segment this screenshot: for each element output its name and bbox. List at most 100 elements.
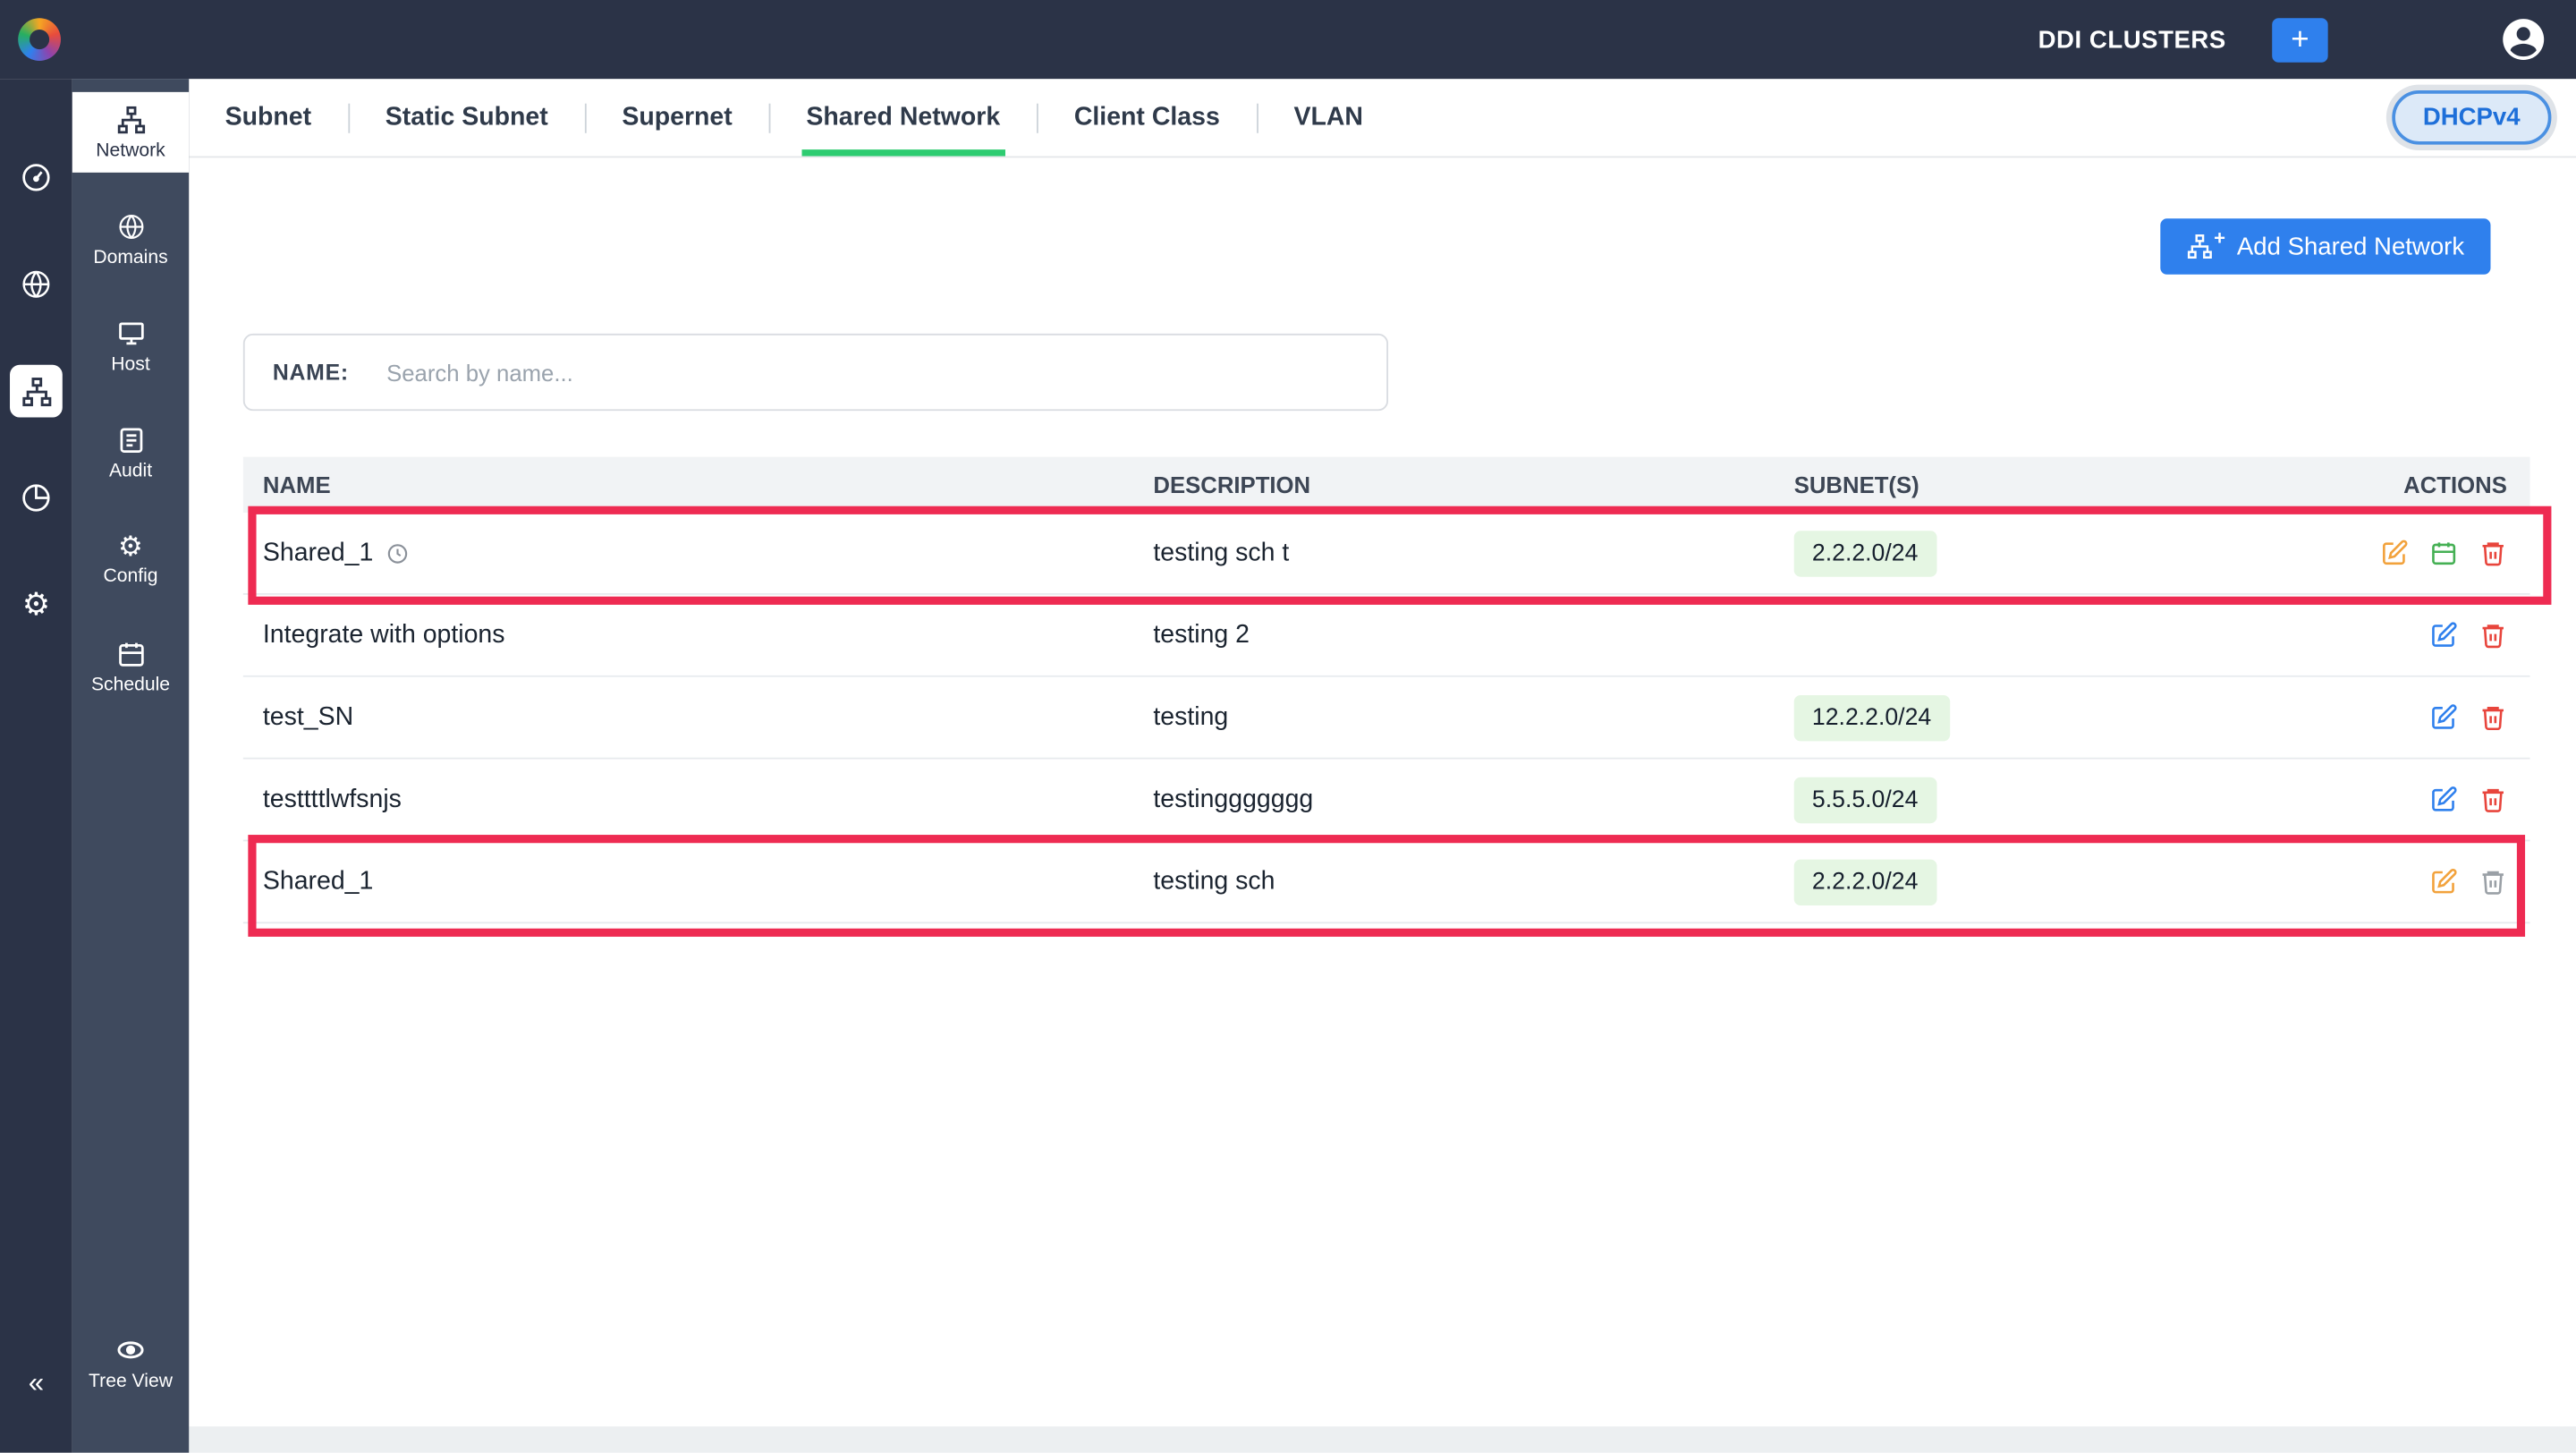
search-label: NAME: [273,360,349,385]
module-sidebar: Network Domains Host Audit ⚙ Config [72,79,189,1453]
table-header: NAME DESCRIPTION SUBNET(S) ACTIONS [243,457,2530,513]
app-root: DDI CLUSTERS + [0,0,2576,1453]
ipam-module-icon[interactable] [10,365,63,418]
account-circle-icon [2499,15,2548,64]
dhcp-version-badge[interactable]: DHCPv4 [2392,90,2552,145]
tab-static-subnet[interactable]: Static Subnet [380,79,553,156]
network-hierarchy-icon [115,105,145,134]
tree-view-eye-icon [115,1334,147,1365]
user-avatar[interactable] [2499,15,2548,64]
tab-shared-network[interactable]: Shared Network [801,79,1005,156]
delete-icon[interactable] [2479,703,2507,731]
sidebar-item-label: Host [111,354,149,374]
domains-globe-icon [115,211,145,241]
row-name: testtttlwfsnjs [263,785,402,814]
sidebar-item-host[interactable]: Host [72,306,189,387]
header-actions: ACTIONS [2350,472,2530,497]
config-gear-icon: ⚙ [118,532,143,560]
row-description: testing [1133,702,1774,732]
delete-icon[interactable] [2479,868,2507,896]
add-cluster-button[interactable]: + [2272,17,2327,62]
tab-supernet[interactable]: Supernet [617,79,737,156]
tab-separator [768,103,770,132]
page-bottom-strip [189,1426,2576,1452]
delete-icon[interactable] [2479,786,2507,813]
row-description: testing 2 [1133,620,1774,650]
sidebar-item-label: Domains [93,247,167,267]
subnet-badge: 2.2.2.0/24 [1794,859,1936,905]
sidebar-item-domains[interactable]: Domains [72,199,189,279]
chevron-double-left-icon: « [29,1367,44,1398]
edit-icon[interactable] [2430,703,2458,731]
sidebar-item-label: Config [103,567,157,587]
schedule-icon[interactable] [2430,539,2458,566]
delete-icon[interactable] [2479,539,2507,566]
row-description: testinggggggg [1133,785,1774,814]
settings-gear-icon[interactable]: ⚙ [10,579,63,632]
network-add-icon [2186,234,2212,259]
edit-icon[interactable] [2430,621,2458,649]
row-name: Integrate with options [263,620,505,650]
edit-icon[interactable] [2430,786,2458,813]
sidebar-item-label: Network [96,140,165,160]
topbar: DDI CLUSTERS + [0,0,2576,79]
sidebar-item-label: Schedule [91,675,170,694]
table-row: test_SN testing 12.2.2.0/24 [243,677,2530,760]
main-panel: Subnet Static Subnet Supernet Shared Net… [189,79,2576,1453]
host-desktop-icon [115,318,145,347]
content: + Add Shared Network NAME: NAME DESCRIPT… [189,218,2576,923]
header-subnets: SUBNET(S) [1775,472,2350,497]
tab-subnet[interactable]: Subnet [220,79,317,156]
brand-logo-icon [18,18,61,61]
clock-icon [386,541,410,565]
sidebar-item-config[interactable]: ⚙ Config [72,519,189,599]
header-name: NAME [243,472,1134,497]
table-row: Integrate with options testing 2 [243,595,2530,677]
tabbar: Subnet Static Subnet Supernet Shared Net… [189,79,2576,157]
sidebar-item-audit[interactable]: Audit [72,412,189,493]
dns-globe-icon[interactable] [10,258,63,310]
tab-separator [584,103,586,132]
dashboard-gauge-icon[interactable] [10,151,63,204]
table-row: Shared_1 testing sch t 2.2.2.0/24 [243,513,2530,595]
sidebar-item-label: Audit [109,461,152,480]
tab-separator [1256,103,1258,132]
table-row: testtttlwfsnjs testinggggggg 5.5.5.0/24 [243,760,2530,842]
row-name: Shared_1 [263,867,373,896]
tab-separator [1037,103,1038,132]
tab-separator [348,103,350,132]
subnet-badge: 2.2.2.0/24 [1794,530,1936,575]
add-shared-network-label: Add Shared Network [2237,233,2464,260]
topbar-title: DDI CLUSTERS [2038,25,2226,53]
row-description: testing sch [1133,867,1774,896]
sidebar-item-network[interactable]: Network [72,92,189,173]
tab-client-class[interactable]: Client Class [1069,79,1224,156]
audit-list-icon [115,425,145,455]
header-description: DESCRIPTION [1133,472,1774,497]
search-input[interactable] [386,359,1307,385]
reports-pie-icon[interactable] [10,472,63,524]
plus-icon: + [2214,226,2225,250]
row-name: test_SN [263,702,353,732]
subnet-badge: 12.2.2.0/24 [1794,694,1950,740]
edit-icon[interactable] [2380,539,2408,566]
shared-network-table: NAME DESCRIPTION SUBNET(S) ACTIONS Share… [243,457,2530,924]
row-description: testing sch t [1133,539,1774,568]
collapse-sidebar-icon[interactable]: « [0,1367,72,1400]
subnet-badge: 5.5.5.0/24 [1794,777,1936,822]
table-row: Shared_1 testing sch 2.2.2.0/24 [243,841,2530,923]
delete-icon[interactable] [2479,621,2507,649]
tab-vlan[interactable]: VLAN [1289,79,1368,156]
edit-icon[interactable] [2430,868,2458,896]
plus-icon: + [2291,24,2309,55]
add-shared-network-button[interactable]: + Add Shared Network [2160,218,2491,274]
sidebar-item-tree-view[interactable]: Tree View [72,1323,189,1404]
sidebar-item-schedule[interactable]: Schedule [72,626,189,707]
icon-rail: ⚙ « [0,79,72,1453]
row-name: Shared_1 [263,539,373,568]
schedule-calendar-icon [115,639,145,668]
name-search-box: NAME: [243,334,1388,411]
topbar-right: DDI CLUSTERS + [2038,15,2576,64]
gear-glyph: ⚙ [22,589,50,620]
sidebar-item-label: Tree View [89,1372,173,1392]
